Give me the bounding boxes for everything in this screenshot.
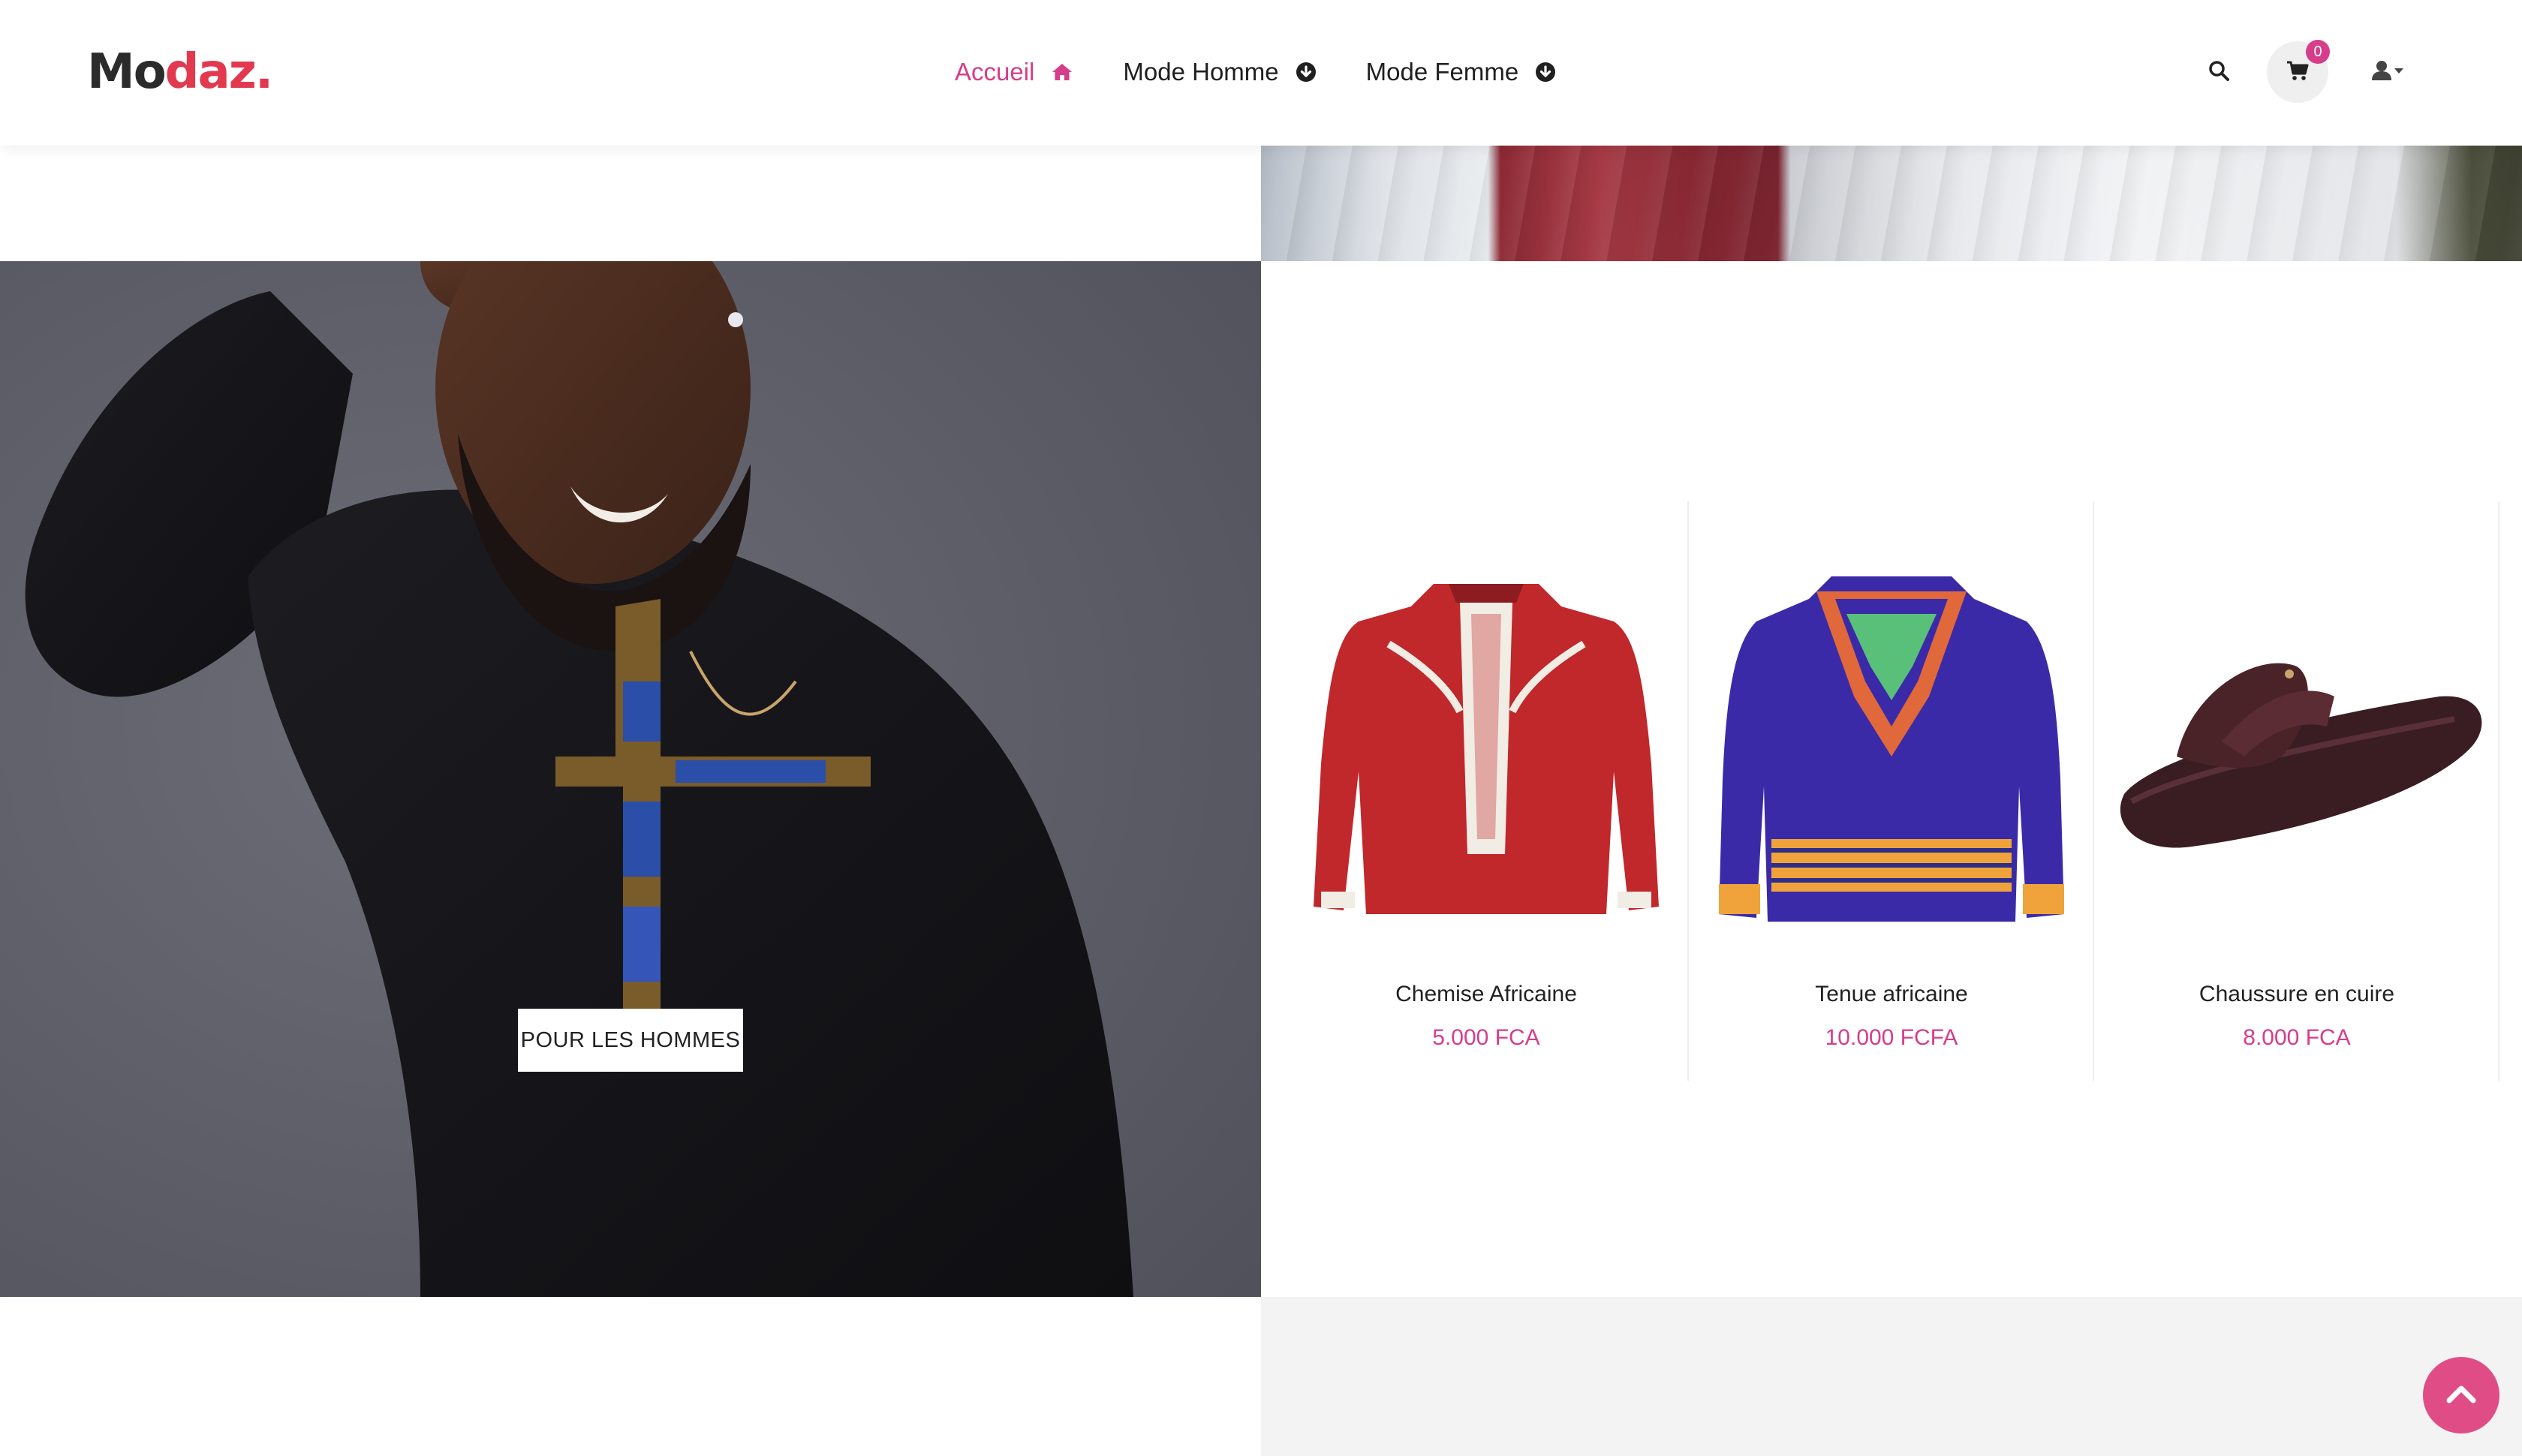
nav-label-mode-homme: Mode Homme [1123,58,1279,86]
nav-label-accueil: Accueil [955,58,1035,86]
user-dropdown-icon [2372,60,2405,85]
next-section-left [0,1297,1261,1456]
search-icon [2208,59,2230,86]
next-section-right [1261,1297,2522,1456]
fabric-banner-image [1261,146,2522,261]
men-category-cta[interactable]: POUR LES HOMMES [518,1009,743,1072]
cart-button[interactable]: 0 [2267,40,2330,103]
product-image-tenue [1719,576,2064,922]
nav-item-mode-femme[interactable]: Mode Femme [1366,58,1557,86]
man-photo [0,261,1261,1297]
product-name[interactable]: Tenue africaine [1689,982,2094,1007]
chevron-up-icon [2445,1382,2478,1409]
nav-item-mode-homme[interactable]: Mode Homme [1123,58,1316,86]
scroll-to-top-button[interactable] [2423,1357,2499,1433]
logo-part-1: Mo [87,44,167,100]
home-icon [1051,62,1073,82]
product-card[interactable]: Tenue africaine 10.000 FCFA [1689,501,2094,1081]
product-card[interactable]: Chaussure en cuire 8.000 FCA [2094,501,2499,1081]
arrow-circle-down-icon [1296,62,1317,83]
search-button[interactable] [2199,53,2238,92]
cart-count-badge: 0 [2306,40,2330,64]
header-actions: 0 [2199,40,2411,104]
arrow-circle-down-icon [1535,62,1556,83]
nav-item-accueil[interactable]: Accueil [955,58,1073,86]
main-nav: Accueil Mode Homme Mode Femme [955,53,1606,92]
logo-part-2: daz. [164,44,274,100]
cart-icon [2286,60,2309,85]
product-price: 8.000 FCA [2243,1025,2351,1050]
user-menu-button[interactable] [2366,53,2411,92]
men-category-banner[interactable]: POUR LES HOMMES [0,261,1261,1297]
site-header: Modaz. Accueil Mode Homme Mode Femme 0 [0,0,2522,146]
product-image-chemise [1314,584,1659,914]
product-name[interactable]: Chaussure en cuire [2094,982,2499,1007]
product-card[interactable]: Chemise Africaine 5.000 FCA [1284,501,1689,1081]
product-image-chaussure [2120,663,2482,848]
product-price: 10.000 FCFA [1825,1025,1958,1050]
brand-logo[interactable]: Modaz. [87,42,274,102]
product-name[interactable]: Chemise Africaine [1284,982,1689,1007]
product-list: Chemise Africaine 5.000 FCA Tenue africa… [1284,501,2499,1081]
product-price: 5.000 FCA [1432,1025,1540,1050]
nav-label-mode-femme: Mode Femme [1365,58,1519,86]
